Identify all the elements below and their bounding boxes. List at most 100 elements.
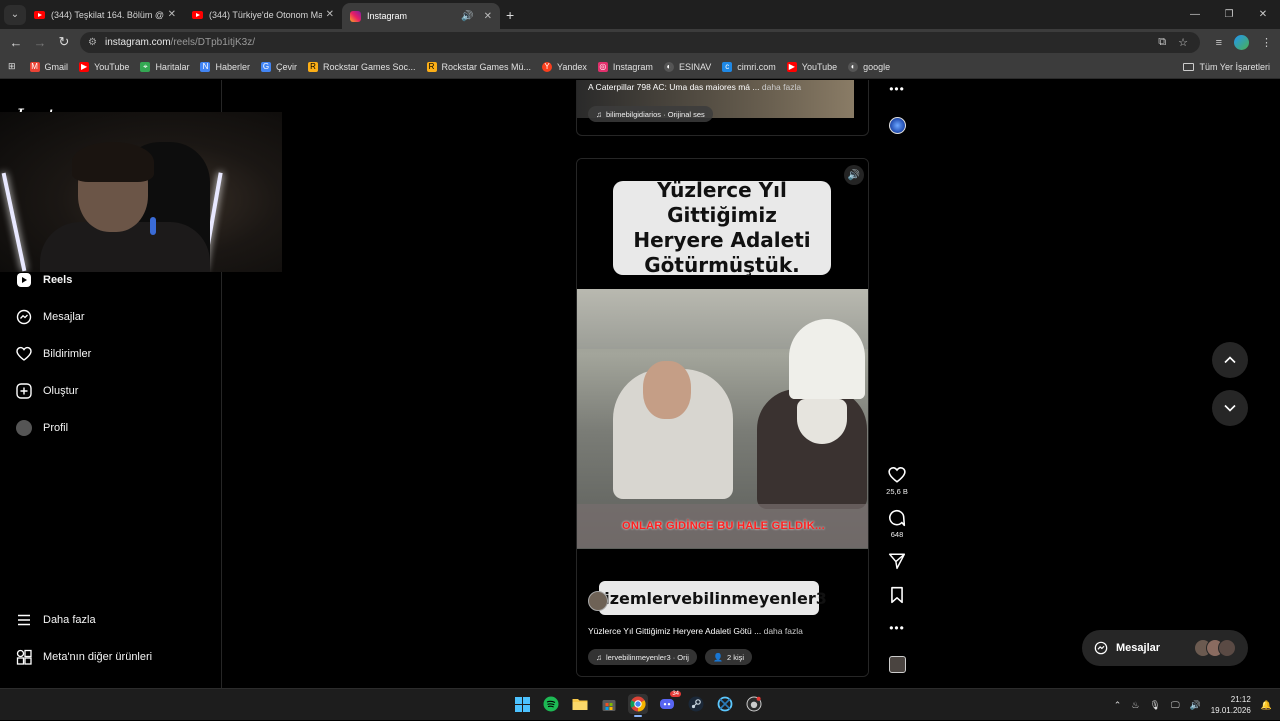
- address-bar[interactable]: ⚙ instagram.com/reels/DTpb1itjK3z/ ⧉ ☆: [80, 32, 1200, 53]
- tab-strip: ⌄ (344) Teşkilat 164. Bölüm @trt1 ✕ (344…: [0, 0, 1280, 29]
- bookmark-maps[interactable]: ⌖ Haritalar: [140, 61, 189, 72]
- chrome-icon: [630, 696, 646, 712]
- steam-tray-icon[interactable]: ♨: [1131, 700, 1139, 711]
- user-avatar[interactable]: [588, 591, 608, 611]
- site-info-icon[interactable]: ⚙: [88, 37, 97, 48]
- sidebar-item-meta[interactable]: Meta'nın diğer ürünleri: [16, 649, 152, 665]
- grid-icon: [16, 649, 32, 665]
- sidebar-item-reels[interactable]: Reels: [16, 272, 72, 288]
- webcam-overlay: [0, 112, 282, 272]
- star-icon[interactable]: ☆: [1178, 36, 1188, 49]
- forward-button[interactable]: →: [28, 35, 52, 50]
- audio-thumb[interactable]: [884, 656, 910, 673]
- restore-button[interactable]: ❐: [1212, 0, 1246, 29]
- bookmark-yandex[interactable]: Y Yandex: [542, 61, 587, 72]
- sidebar-item-more[interactable]: Daha fazla: [16, 612, 96, 628]
- microphone-icon[interactable]: 🎙: [1149, 700, 1160, 711]
- next-reel-button[interactable]: [1212, 390, 1248, 426]
- volume-icon[interactable]: 🔊: [1190, 700, 1201, 711]
- bookmark-youtube-2[interactable]: ▶ YouTube: [786, 61, 837, 72]
- new-tab-button[interactable]: +: [506, 7, 514, 23]
- bookmark-news[interactable]: N Haberler: [200, 61, 250, 72]
- taskbar: 34 ⌃ ♨ 🎙 🖵 🔊 21:12 19.01.2026 🔔: [0, 688, 1280, 720]
- previous-reel-caption[interactable]: A Caterpillar 798 AC: Uma das maiores má…: [588, 82, 801, 92]
- close-icon[interactable]: ✕: [326, 9, 334, 20]
- chrome-button[interactable]: [628, 694, 648, 717]
- user-row[interactable]: [588, 591, 608, 611]
- bookmark-rockstar-social[interactable]: R Rockstar Games Soc...: [307, 61, 416, 72]
- comment-count: 648: [890, 530, 904, 539]
- time-text: 21:12: [1230, 695, 1251, 704]
- bookmarks-bar: ⊞ M Gmail ▶ YouTube ⌖ Haritalar N Haberler G…: [0, 55, 1280, 79]
- clock[interactable]: 21:12 19.01.2026: [1211, 694, 1251, 716]
- tab-search-button[interactable]: ⌄: [4, 4, 26, 25]
- sidebar-item-profile[interactable]: Profil: [16, 420, 68, 436]
- github-button[interactable]: [744, 694, 764, 714]
- all-bookmarks[interactable]: Tüm Yer İşaretleri: [1183, 55, 1270, 79]
- close-icon[interactable]: ✕: [168, 9, 176, 20]
- notification-icon[interactable]: 🔔: [1261, 700, 1272, 711]
- bookmark-label: Haberler: [215, 61, 250, 72]
- profile-avatar[interactable]: [1234, 35, 1249, 50]
- tab-3[interactable]: Instagram 🔊 ✕: [342, 3, 500, 29]
- messages-button[interactable]: Mesajlar: [1082, 630, 1248, 666]
- bookmark-cimri[interactable]: c cimri.com: [722, 61, 776, 72]
- install-app-icon[interactable]: ⧉: [1158, 36, 1166, 49]
- more-link[interactable]: daha fazla: [762, 82, 801, 92]
- menu-icon[interactable]: ⋮: [1261, 36, 1272, 49]
- all-bookmarks-label: Tüm Yer İşaretleri: [1199, 62, 1270, 72]
- speaker-icon: 🔊: [847, 169, 861, 181]
- tab-1[interactable]: (344) Teşkilat 164. Bölüm @trt1 ✕: [26, 0, 184, 29]
- back-button[interactable]: ←: [4, 35, 28, 50]
- youtube-icon: [192, 10, 203, 19]
- close-window-button[interactable]: ✕: [1246, 0, 1280, 29]
- reel-caption[interactable]: Yüzlerce Yıl Gittiğimiz Heryere Adaleti …: [588, 626, 803, 636]
- file-explorer-button[interactable]: [570, 694, 590, 714]
- tab-2[interactable]: (344) Türkiye'de Otonom Marka ✕: [184, 0, 342, 29]
- bookmark-youtube[interactable]: ▶ YouTube: [79, 61, 129, 72]
- bookmark-esinav[interactable]: ◐ ESINAV: [663, 61, 711, 72]
- reload-button[interactable]: ↻: [52, 34, 76, 50]
- messages-label: Mesajlar: [1116, 642, 1161, 654]
- network-icon[interactable]: 🖵: [1171, 700, 1180, 711]
- bookmark-google[interactable]: ◐ google: [848, 61, 890, 72]
- chevron-up-icon[interactable]: ⌃: [1114, 700, 1122, 711]
- bookmark-rockstar-music[interactable]: R Rockstar Games Mü...: [426, 61, 531, 72]
- previous-reel-button[interactable]: [1212, 342, 1248, 378]
- store-icon: [602, 700, 616, 711]
- sidebar-item-create[interactable]: Oluştur: [16, 383, 78, 399]
- bookmark-gmail[interactable]: M Gmail: [29, 61, 68, 72]
- close-icon[interactable]: ✕: [484, 11, 492, 22]
- comment-button[interactable]: 648: [884, 509, 910, 539]
- speaker-icon[interactable]: 🔊: [461, 11, 473, 22]
- sidebar-item-notifications[interactable]: Bildirimler: [16, 346, 91, 362]
- discord-button[interactable]: 34: [657, 691, 681, 714]
- sidebar-item-messages[interactable]: Mesajlar: [16, 309, 85, 325]
- video-subtitle-banner: ONLAR GİDİNCE BU HALE GELDİK...: [577, 504, 868, 548]
- save-button[interactable]: [884, 586, 910, 604]
- start-button[interactable]: [512, 694, 532, 714]
- steam-button[interactable]: [686, 694, 706, 714]
- tab-1-title: (344) Teşkilat 164. Bölüm @trt1: [51, 9, 164, 20]
- previous-reel[interactable]: A Caterpillar 798 AC: Uma das maiores má…: [576, 80, 869, 136]
- sound-button[interactable]: 🔊: [844, 165, 864, 185]
- bookmark-instagram[interactable]: ◎ Instagram: [597, 61, 653, 72]
- share-button[interactable]: [884, 552, 910, 570]
- bookmark-translate[interactable]: G Çevir: [260, 61, 297, 72]
- media-control-icon[interactable]: ≡: [1216, 37, 1222, 49]
- previous-audio-thumb[interactable]: [884, 117, 910, 134]
- video-frame[interactable]: ONLAR GİDİNCE BU HALE GELDİK...: [577, 289, 868, 549]
- previous-more-button[interactable]: •••: [884, 82, 910, 96]
- reel-player[interactable]: Yüzlerce Yıl Gittiğimiz Heryere Adaleti …: [576, 158, 869, 677]
- store-button[interactable]: [599, 694, 619, 714]
- like-button[interactable]: 25,6 B: [884, 466, 910, 496]
- audio-pill[interactable]: ♫ lervebilinmeyenler3 · Orij: [588, 649, 697, 665]
- apps-icon[interactable]: ⊞: [8, 61, 16, 72]
- audio-pill[interactable]: ♫ bilimebilgidiarios · Orijinal ses: [588, 106, 713, 122]
- spotify-button[interactable]: [541, 694, 561, 714]
- minimize-button[interactable]: —: [1178, 0, 1212, 29]
- more-link[interactable]: daha fazla: [764, 626, 803, 636]
- battlenet-button[interactable]: [715, 694, 735, 714]
- more-button[interactable]: •••: [884, 621, 910, 635]
- tagged-people-pill[interactable]: 👤 2 kişi: [705, 649, 753, 665]
